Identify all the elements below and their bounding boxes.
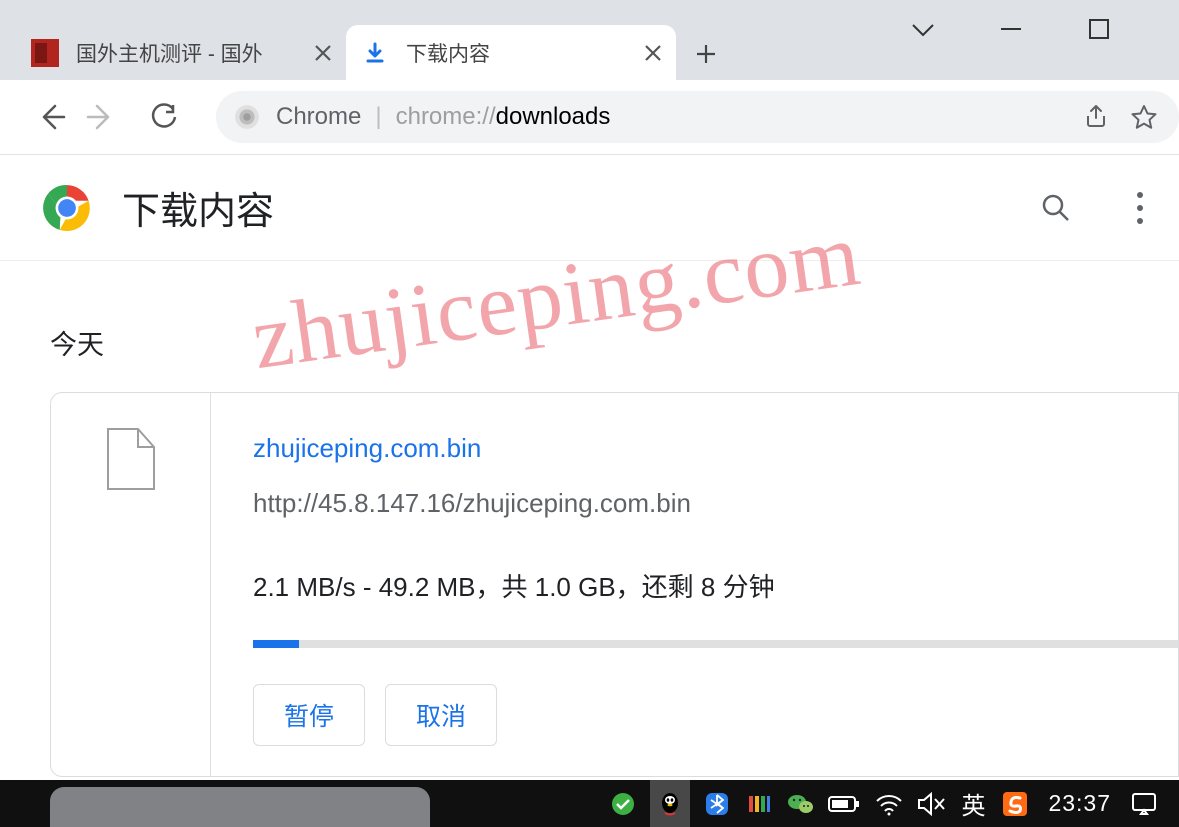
browser-tabstrip: 国外主机测评 - 国外 下载内容: [0, 0, 1179, 80]
star-icon[interactable]: [1127, 100, 1161, 134]
more-icon[interactable]: [1113, 181, 1167, 235]
download-source-url: http://45.8.147.16/zhujiceping.com.bin: [253, 488, 1178, 519]
download-progress-bar: [253, 640, 1178, 648]
tab-inactive[interactable]: 国外主机测评 - 国外: [16, 25, 346, 80]
address-bar[interactable]: Chrome | chrome://downloads: [216, 91, 1179, 143]
tray-clock[interactable]: 23:37: [1042, 780, 1117, 827]
tab-active-downloads[interactable]: 下载内容: [346, 25, 676, 80]
omnibox-divider: |: [375, 103, 381, 131]
tray-wechat-icon[interactable]: [786, 780, 816, 827]
tray-qq-icon[interactable]: [650, 780, 690, 827]
download-status: 2.1 MB/s - 49.2 MB，共 1.0 GB，还剩 8 分钟: [253, 567, 1178, 604]
chevron-down-icon[interactable]: [903, 9, 943, 49]
back-button[interactable]: [30, 95, 74, 139]
download-progress-fill: [253, 640, 299, 648]
tray-battery-icon[interactable]: [828, 780, 862, 827]
close-icon[interactable]: [312, 42, 334, 64]
favicon-site: [30, 38, 60, 68]
window-controls: [903, 0, 1179, 58]
minimize-button[interactable]: [991, 9, 1031, 49]
download-filename[interactable]: zhujiceping.com.bin: [253, 433, 1178, 464]
tab-title: 国外主机测评 - 国外: [76, 38, 312, 68]
tray-wifi-icon[interactable]: [874, 780, 904, 827]
close-icon[interactable]: [642, 42, 664, 64]
forward-button[interactable]: [78, 95, 122, 139]
taskbar-app-preview[interactable]: [50, 787, 430, 827]
windows-taskbar: 英 23:37: [0, 780, 1179, 827]
page-title: 下载内容: [122, 180, 1029, 235]
tray-notifications-icon[interactable]: [1129, 780, 1159, 827]
new-tab-button[interactable]: [686, 34, 726, 74]
tray-volume-muted-icon[interactable]: [916, 780, 946, 827]
omnibox-label: Chrome: [276, 103, 361, 131]
tray-status-ok-icon[interactable]: [608, 780, 638, 827]
section-today: 今天: [50, 261, 1179, 392]
download-item-icon-column: [51, 393, 211, 776]
pause-button[interactable]: 暂停: [253, 684, 365, 746]
tray-sogou-icon[interactable]: [1000, 780, 1030, 827]
system-tray: 英 23:37: [608, 780, 1179, 827]
browser-toolbar: Chrome | chrome://downloads: [0, 80, 1179, 155]
downloads-content: 今天 zhujiceping.com.bin http://45.8.147.1…: [0, 261, 1179, 777]
tray-app-colorbars-icon[interactable]: [744, 780, 774, 827]
tab-title: 下载内容: [406, 38, 642, 68]
search-icon[interactable]: [1029, 181, 1083, 235]
tray-ime-indicator[interactable]: 英: [958, 780, 988, 827]
chrome-icon: [234, 104, 260, 130]
tray-bluetooth-icon[interactable]: [702, 780, 732, 827]
taskbar-left: [50, 780, 440, 827]
share-icon[interactable]: [1079, 100, 1113, 134]
reload-button[interactable]: [142, 95, 186, 139]
omnibox-url-path: downloads: [496, 103, 611, 131]
download-item-body: zhujiceping.com.bin http://45.8.147.16/z…: [211, 393, 1178, 776]
maximize-button[interactable]: [1079, 9, 1119, 49]
omnibox-url-scheme: chrome://: [396, 103, 496, 131]
file-icon: [106, 427, 156, 491]
chrome-logo-icon: [42, 183, 92, 233]
cancel-button[interactable]: 取消: [385, 684, 497, 746]
download-item: zhujiceping.com.bin http://45.8.147.16/z…: [50, 392, 1179, 777]
download-icon: [360, 38, 390, 68]
downloads-header: 下载内容: [0, 155, 1179, 261]
